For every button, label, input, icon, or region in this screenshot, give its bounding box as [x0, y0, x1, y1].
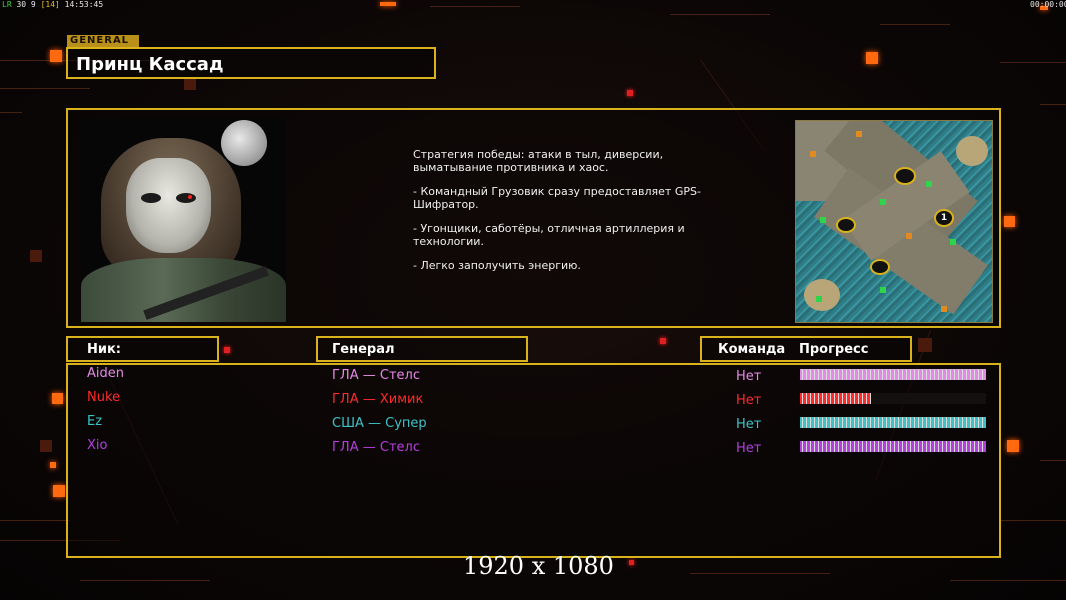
player-team: Нет	[736, 369, 762, 384]
player-general: ГЛА — Химик	[332, 392, 424, 407]
bg-line	[0, 520, 70, 521]
map-preview: 1	[795, 120, 993, 323]
bg-square	[40, 440, 52, 452]
column-header-general: Генерал	[316, 336, 528, 362]
bg-square	[52, 393, 63, 404]
general-name-frame: Принц Кассад	[66, 47, 436, 79]
bg-square	[53, 485, 65, 497]
general-portrait	[81, 118, 286, 322]
bg-square	[1007, 440, 1019, 452]
bg-square	[30, 250, 42, 262]
bg-square	[627, 90, 633, 96]
player-general: США — Супер	[332, 416, 427, 431]
general-name: Принц Кассад	[76, 54, 224, 75]
player-nick: Ez	[87, 414, 103, 429]
bg-square	[50, 50, 62, 62]
player-row: Xio ГЛА — Стелс Нет	[68, 437, 1003, 459]
player-team: Нет	[736, 417, 762, 432]
game-timer: 00:00:00	[1030, 0, 1066, 9]
progress-bar-fill	[800, 393, 871, 404]
loading-screen: LR 30 9 [14] 14:53:45 00:00:00 GENERAL П…	[0, 0, 1066, 600]
column-header-team-progress: Команда Прогресс	[700, 336, 912, 362]
bg-line	[1040, 460, 1066, 461]
bg-square	[1004, 216, 1015, 227]
progress-bar-fill	[800, 441, 986, 452]
bg-line	[0, 88, 90, 89]
bg-square	[50, 462, 56, 468]
player-general: ГЛА — Стелс	[332, 440, 420, 455]
bg-square	[629, 560, 634, 565]
bg-line	[80, 580, 210, 581]
bg-line	[670, 14, 770, 15]
player-row: Ez США — Супер Нет	[68, 413, 1003, 435]
bg-line	[690, 573, 830, 574]
player-row: Aiden ГЛА — Стелс Нет	[68, 365, 1003, 387]
bg-square	[866, 52, 878, 64]
general-label: GENERAL	[67, 35, 139, 47]
column-header-nick: Ник:	[66, 336, 219, 362]
general-info-panel: Стратегия победы: атаки в тыл, диверсии,…	[66, 108, 1001, 328]
player-nick: Xio	[87, 438, 108, 453]
player-team: Нет	[736, 393, 762, 408]
bg-line	[0, 112, 22, 113]
bg-line	[880, 24, 950, 25]
player-nick: Nuke	[87, 390, 121, 405]
bg-line	[430, 6, 520, 7]
player-general: ГЛА — Стелс	[332, 368, 420, 383]
progress-bar	[800, 369, 986, 380]
bg-line	[950, 580, 1066, 581]
bg-square	[184, 78, 196, 90]
progress-bar	[800, 417, 986, 428]
moon-icon	[221, 120, 267, 166]
resolution-caption: 1920 x 1080	[463, 552, 614, 580]
progress-bar-fill	[800, 369, 986, 380]
bg-square	[224, 347, 230, 353]
bg-line	[1000, 62, 1066, 63]
mask	[126, 158, 211, 253]
bg-line	[1040, 104, 1066, 105]
bg-square	[660, 338, 666, 344]
bg-square	[918, 338, 932, 352]
fps-overlay: LR 30 9 [14] 14:53:45	[2, 0, 104, 9]
bg-line	[1000, 520, 1066, 521]
player-row: Nuke ГЛА — Химик Нет	[68, 389, 1003, 411]
bg-square	[380, 2, 396, 6]
progress-bar	[800, 393, 986, 404]
player-team: Нет	[736, 441, 762, 456]
general-description: Стратегия победы: атаки в тыл, диверсии,…	[413, 148, 701, 272]
progress-bar-fill	[800, 417, 986, 428]
progress-bar	[800, 441, 986, 452]
players-list: Aiden ГЛА — Стелс Нет Nuke ГЛА — Химик Нет Ez С…	[66, 363, 1001, 558]
player-nick: Aiden	[87, 366, 124, 381]
